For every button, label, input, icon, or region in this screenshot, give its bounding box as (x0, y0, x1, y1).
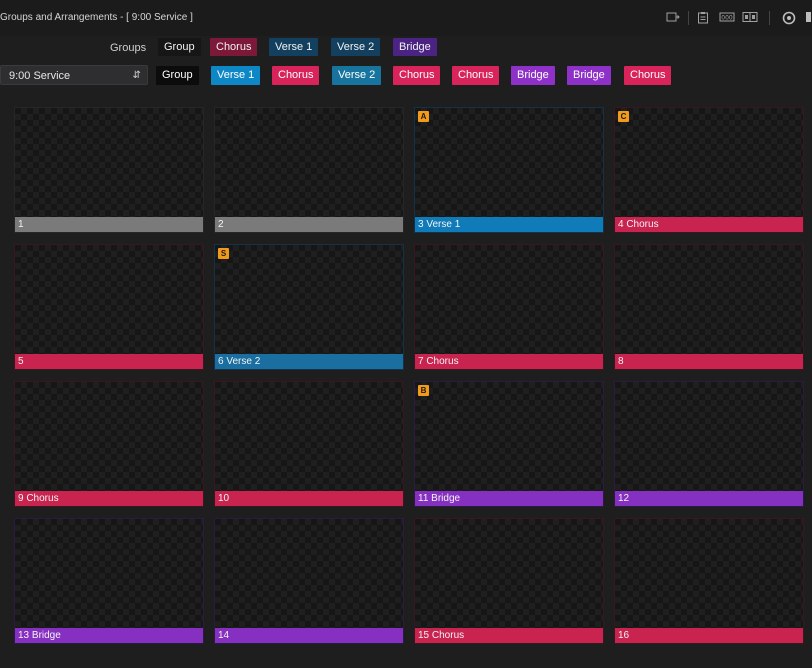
slide-thumbnail[interactable]: 12 (614, 381, 804, 507)
arrangement-chip[interactable]: Verse 2 (332, 66, 382, 85)
window-title: Groups and Arrangements - [ 9:00 Service… (0, 12, 193, 23)
slide-label: 2 (215, 217, 403, 232)
groups-label: Groups (110, 42, 147, 54)
svg-text:000: 000 (721, 15, 733, 22)
slide-label: 7 Chorus (415, 354, 603, 369)
group-chip-chorus[interactable]: Chorus (210, 38, 258, 56)
slide-grid: 1 2 A 3 Verse 1 C 4 Chorus 5 S 6 Verse 2… (0, 92, 812, 668)
arrangement-row: 9:00 Service ⇵ Group Verse 1 Chorus Vers… (0, 65, 812, 87)
slide-label: 12 (615, 491, 803, 506)
slide-thumbnail[interactable]: 9 Chorus (14, 381, 204, 507)
slide-label: 11 Bridge (415, 491, 603, 506)
slide-thumbnail[interactable]: 7 Chorus (414, 244, 604, 370)
arrangement-chip[interactable]: Chorus (624, 66, 672, 85)
settings-icon[interactable] (782, 11, 796, 25)
arrangement-select[interactable]: 9:00 Service ⇵ (0, 65, 148, 85)
slide-label: 10 (215, 491, 403, 506)
group-chip-group[interactable]: Group (158, 38, 201, 56)
arrangement-chip[interactable]: Bridge (567, 66, 611, 85)
slide-label: 1 (15, 217, 203, 232)
slide-thumbnail[interactable]: 16 (614, 518, 804, 644)
slide-label: 4 Chorus (615, 217, 803, 232)
slide-thumbnail[interactable]: B 11 Bridge (414, 381, 604, 507)
arrangement-chip[interactable]: Chorus (272, 66, 320, 85)
slide-label: 16 (615, 628, 803, 643)
arrangement-chip[interactable]: Verse 1 (211, 66, 261, 85)
title-bar: Groups and Arrangements - [ 9:00 Service… (0, 0, 812, 36)
arrangement-select-value: 9:00 Service (9, 70, 71, 82)
panel-toggle-icon[interactable] (805, 11, 812, 25)
arrangement-chip[interactable]: Bridge (511, 66, 555, 85)
slide-thumbnail[interactable]: 2 (214, 107, 404, 233)
import-icon[interactable] (666, 11, 680, 25)
slide-thumbnail[interactable]: 1 (14, 107, 204, 233)
hotkey-badge: B (418, 385, 429, 396)
toolbar-separator (769, 11, 770, 25)
slide-label: 8 (615, 354, 803, 369)
slide-thumbnail[interactable]: S 6 Verse 2 (214, 244, 404, 370)
slide-label: 5 (15, 354, 203, 369)
slide-thumbnail[interactable]: C 4 Chorus (614, 107, 804, 233)
chevron-updown-icon: ⇵ (132, 70, 141, 81)
slide-thumbnail[interactable]: 13 Bridge (14, 518, 204, 644)
slide-label: 9 Chorus (15, 491, 203, 506)
arrangement-chip[interactable]: Chorus (452, 66, 500, 85)
slide-label: 14 (215, 628, 403, 643)
split-view-icon[interactable] (742, 11, 758, 25)
slide-thumbnail[interactable]: 8 (614, 244, 804, 370)
slide-thumbnail[interactable]: 14 (214, 518, 404, 644)
group-chip-verse-2[interactable]: Verse 2 (331, 38, 381, 56)
slide-thumbnail[interactable]: A 3 Verse 1 (414, 107, 604, 233)
arrangement-chip[interactable]: Chorus (393, 66, 441, 85)
group-chip-bridge[interactable]: Bridge (393, 38, 437, 56)
slide-thumbnail[interactable]: 15 Chorus (414, 518, 604, 644)
slide-label: 13 Bridge (15, 628, 203, 643)
clipboard-icon[interactable] (697, 11, 709, 25)
slide-label: 3 Verse 1 (415, 217, 603, 232)
toolbar-separator (688, 11, 689, 25)
group-chip-verse-1[interactable]: Verse 1 (269, 38, 319, 56)
groups-row: Groups Group Chorus Verse 1 Verse 2 Brid… (0, 38, 812, 58)
slide-label: 15 Chorus (415, 628, 603, 643)
slide-thumbnail[interactable]: 5 (14, 244, 204, 370)
slide-thumbnail[interactable]: 10 (214, 381, 404, 507)
hotkey-badge: C (618, 111, 629, 122)
hotkey-badge: S (218, 248, 229, 259)
bible-icon[interactable]: 000 (719, 11, 735, 25)
hotkey-badge: A (418, 111, 429, 122)
arrangement-chip[interactable]: Group (156, 66, 199, 85)
slide-label: 6 Verse 2 (215, 354, 403, 369)
